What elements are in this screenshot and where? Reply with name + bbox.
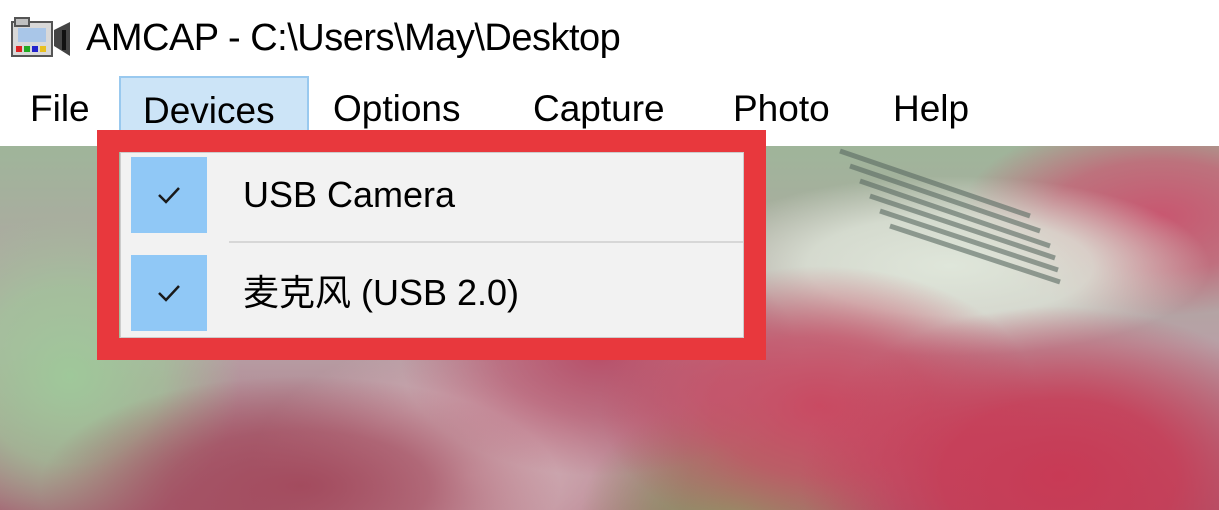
checkmark-icon: [158, 285, 180, 302]
checkmark-icon: [158, 187, 180, 204]
window-title: AMCAP - C:\Users\May\Desktop: [86, 17, 621, 59]
menu-item-usb-camera[interactable]: USB Camera: [121, 155, 743, 239]
amcap-window: AMCAP - C:\Users\May\Desktop File Device…: [0, 0, 1219, 510]
menu-file[interactable]: File: [30, 76, 90, 144]
menu-item-microphone[interactable]: 麦克风 (USB 2.0): [121, 253, 743, 337]
menu-photo[interactable]: Photo: [733, 76, 830, 144]
menu-item-label: 麦克风 (USB 2.0): [243, 272, 520, 313]
check-highlight: [131, 255, 207, 331]
preview-texture: [839, 148, 1061, 285]
menu-capture[interactable]: Capture: [533, 76, 665, 144]
menu-item-label: USB Camera: [243, 174, 456, 215]
menu-bar: File Devices Options Capture Photo Help: [0, 76, 1219, 146]
title-bar: AMCAP - C:\Users\May\Desktop: [0, 0, 1219, 76]
menu-help[interactable]: Help: [893, 76, 969, 144]
menu-separator: [229, 241, 743, 243]
camera-app-icon: [11, 17, 70, 57]
menu-options[interactable]: Options: [333, 76, 461, 144]
devices-dropdown-menu: USB Camera 麦克风 (USB 2.0): [120, 152, 744, 338]
menu-devices[interactable]: Devices: [119, 76, 309, 144]
check-highlight: [131, 157, 207, 233]
